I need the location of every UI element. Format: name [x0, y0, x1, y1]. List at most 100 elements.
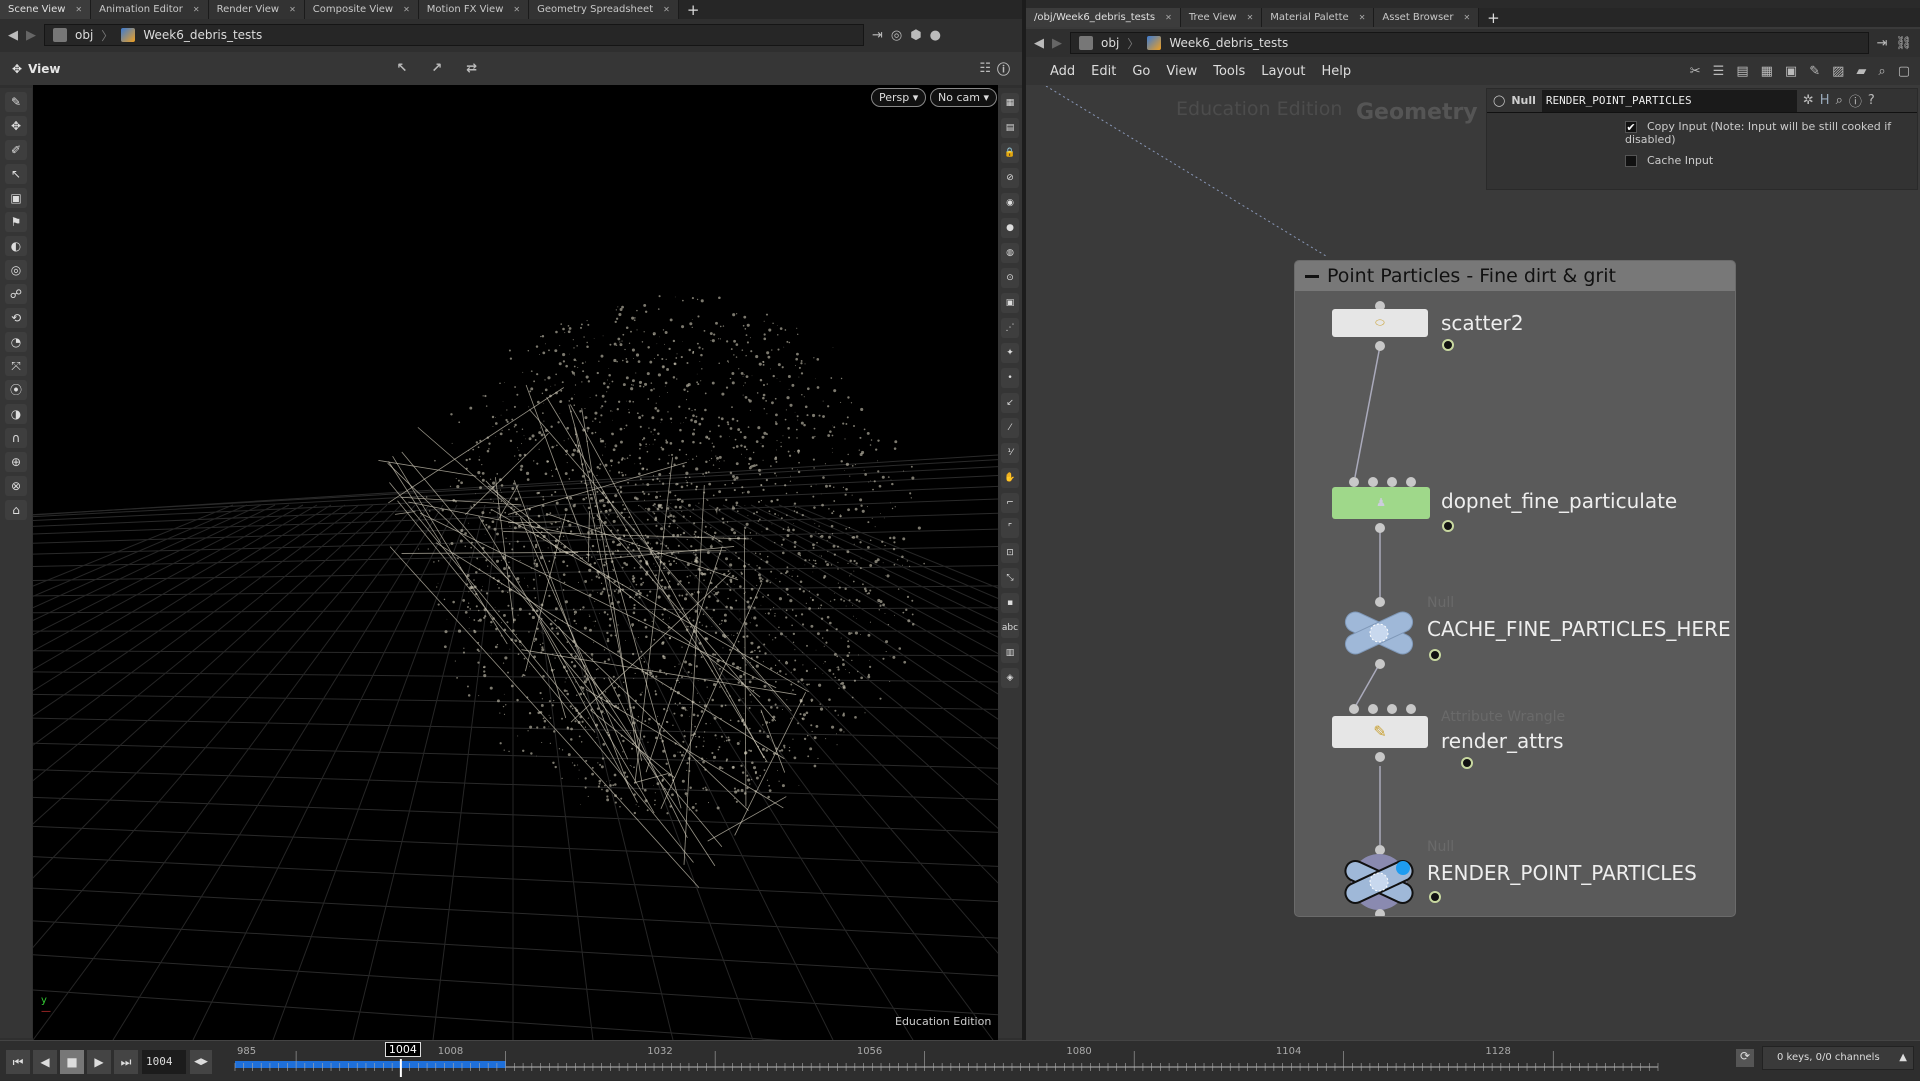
info-icon[interactable]: ⓘ — [1849, 91, 1862, 110]
tool-icon[interactable]: ✥ — [5, 116, 27, 136]
network-options-icon[interactable]: ▣ — [1785, 64, 1797, 79]
tab[interactable]: Material Palette ✕ — [1262, 8, 1375, 27]
gear-icon[interactable]: ✲ — [1803, 93, 1814, 108]
tab[interactable]: Asset Browser ✕ — [1374, 8, 1480, 27]
menu-help[interactable]: Help — [1321, 64, 1351, 79]
camera-menu[interactable]: No cam ▾ — [930, 88, 997, 107]
menu-edit[interactable]: Edit — [1091, 64, 1116, 79]
add-tab-icon[interactable]: + — [1479, 9, 1508, 27]
zoom-icon[interactable]: ⌕ — [1878, 64, 1885, 79]
tab[interactable]: Animation Editor ✕ — [91, 0, 209, 19]
add-tab-icon[interactable]: + — [679, 1, 708, 19]
pin-icon[interactable]: ⇥ — [872, 28, 883, 43]
node-dopnet[interactable]: ♟ — [1332, 487, 1430, 519]
grid-icon[interactable]: ▦ — [1761, 64, 1773, 79]
folder-icon[interactable]: ▰ — [1856, 64, 1866, 79]
timeline-scrubber[interactable]: 985 1008 1032 1056 1080 1104 1128 — [0, 1041, 1740, 1081]
viewport-tool-icon[interactable]: ⊙ — [1001, 268, 1019, 288]
node-output-connector[interactable] — [1375, 523, 1385, 533]
node-cache-fine-particles[interactable] — [1343, 607, 1415, 659]
window-icon[interactable]: ▢ — [1898, 64, 1910, 79]
render-icon[interactable]: ⬢ — [910, 28, 921, 43]
viewport-tool-icon[interactable]: ⋰ — [1001, 318, 1019, 338]
node-output-connector[interactable] — [1375, 909, 1385, 916]
node-input-connector[interactable] — [1349, 704, 1359, 714]
tool-icon[interactable]: ⊕ — [5, 452, 27, 472]
help-icon[interactable]: ? — [1868, 93, 1875, 108]
link-icon[interactable]: ⛓ — [1895, 36, 1912, 51]
node-label[interactable]: dopnet_fine_particulate — [1441, 489, 1677, 513]
tool-icon[interactable]: ☍ — [5, 284, 27, 304]
node-output-connector[interactable] — [1375, 341, 1385, 351]
node-output-connector[interactable] — [1375, 752, 1385, 762]
menu-view[interactable]: View — [1166, 64, 1197, 79]
path-obj[interactable]: obj — [1101, 36, 1119, 50]
tool-icon[interactable]: ⦿ — [5, 380, 27, 400]
search-icon[interactable]: ⌕ — [1836, 93, 1843, 108]
node-input-connector[interactable] — [1406, 704, 1416, 714]
hda-icon[interactable]: H — [1820, 93, 1830, 108]
menu-go[interactable]: Go — [1132, 64, 1150, 79]
display-options-icon[interactable]: ◎ — [891, 28, 902, 43]
viewport-tool-icon[interactable]: ↙ — [1001, 393, 1019, 413]
viewport-tool-icon[interactable]: abc — [1001, 618, 1019, 638]
path-geo[interactable]: Week6_debris_tests — [143, 28, 262, 42]
close-icon[interactable]: ✕ — [513, 5, 520, 14]
menu-layout[interactable]: Layout — [1261, 64, 1305, 79]
tool-icon[interactable]: ◐ — [5, 236, 27, 256]
forward-arrow-icon[interactable]: ▶ — [1052, 36, 1062, 51]
viewport-tool-icon[interactable]: ▦ — [1001, 93, 1019, 113]
snap-tool-icon[interactable]: ⇄ — [466, 61, 477, 76]
close-icon[interactable]: ✕ — [1247, 13, 1254, 22]
path-input[interactable]: obj 〉 Week6_debris_tests — [44, 24, 864, 46]
viewport-tool-icon[interactable]: ◉ — [1001, 193, 1019, 213]
close-icon[interactable]: ✕ — [403, 5, 410, 14]
tab[interactable]: Composite View ✕ — [304, 0, 419, 19]
path-obj[interactable]: obj — [75, 28, 93, 42]
node-label[interactable]: RENDER_POINT_PARTICLES — [1427, 861, 1697, 885]
tab[interactable]: Motion FX View ✕ — [418, 0, 530, 19]
tool-icon[interactable]: ◎ — [5, 260, 27, 280]
viewport-tool-icon[interactable]: ⤡ — [1001, 568, 1019, 588]
cache-input-checkbox[interactable] — [1625, 155, 1637, 167]
tools-icon[interactable]: ✂ — [1690, 64, 1701, 79]
viewport-tool-icon[interactable]: ⌜ — [1001, 518, 1019, 538]
viewport-tool-icon[interactable]: ⁄ — [1001, 418, 1019, 438]
tool-icon[interactable]: ⊗ — [5, 476, 27, 496]
keys-status[interactable]: 0 keys, 0/0 channels ▲ — [1762, 1046, 1914, 1070]
tool-icon[interactable]: ◑ — [5, 404, 27, 424]
path-input[interactable]: obj 〉 Week6_debris_tests — [1070, 32, 1869, 54]
path-geo[interactable]: Week6_debris_tests — [1169, 36, 1288, 50]
forward-arrow-icon[interactable]: ▶ — [26, 28, 36, 43]
node-input-connector[interactable] — [1387, 704, 1397, 714]
close-icon[interactable]: ✕ — [663, 5, 670, 14]
node-scatter2[interactable]: ⬭ — [1332, 309, 1428, 337]
node-input-connector[interactable] — [1406, 477, 1416, 487]
node-label[interactable]: render_attrs — [1441, 729, 1564, 753]
tool-icon[interactable]: ⌂ — [5, 500, 27, 520]
tool-icon[interactable]: ◔ — [5, 332, 27, 352]
select-tool-icon[interactable]: ↖ — [396, 61, 407, 76]
close-icon[interactable]: ✕ — [1463, 13, 1470, 22]
node-input-connector[interactable] — [1387, 477, 1397, 487]
node-input-connector[interactable] — [1349, 477, 1359, 487]
viewport-tool-icon[interactable]: ▤ — [1001, 118, 1019, 138]
menu-add[interactable]: Add — [1050, 64, 1075, 79]
back-arrow-icon[interactable]: ◀ — [1034, 36, 1044, 51]
node-output-connector[interactable] — [1375, 659, 1385, 669]
tool-icon[interactable]: ✎ — [5, 92, 27, 112]
viewport-tool-icon[interactable]: ◈ — [1001, 668, 1019, 688]
tool-icon[interactable]: ✐ — [5, 140, 27, 160]
viewport-tool-icon[interactable]: ⌐ — [1001, 493, 1019, 513]
viewport-tool-icon[interactable]: • — [1001, 368, 1019, 388]
view-icon[interactable]: ✥ — [12, 62, 22, 76]
display-settings-icon[interactable]: ☷ — [979, 61, 991, 76]
tool-icon[interactable]: ⤧ — [5, 356, 27, 376]
realtime-toggle-icon[interactable]: ⟳ — [1736, 1049, 1754, 1067]
image-icon[interactable]: ▨ — [1832, 64, 1844, 79]
tree-icon[interactable]: ☰ — [1713, 64, 1725, 79]
viewport-tool-icon[interactable]: ▥ — [1001, 643, 1019, 663]
viewport-tool-icon[interactable]: ▪ — [1001, 593, 1019, 613]
copy-input-checkbox[interactable]: ✔ — [1625, 121, 1637, 133]
viewport-tool-icon[interactable]: ⅟ — [1001, 443, 1019, 463]
